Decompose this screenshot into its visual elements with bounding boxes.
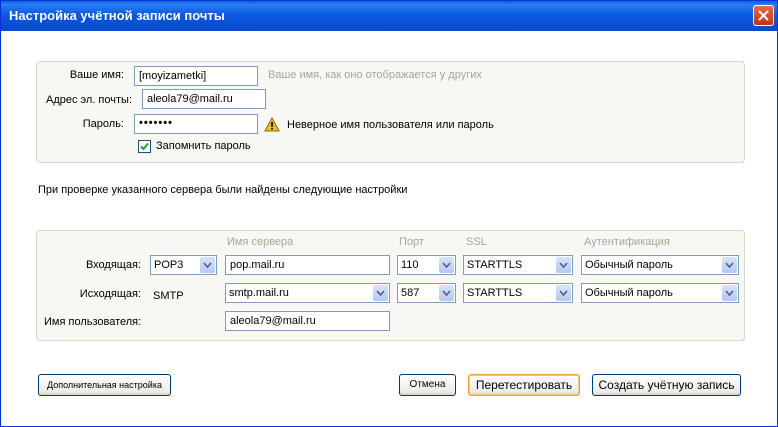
outgoing-ssl-select[interactable]: STARTTLS (463, 283, 573, 303)
dropdown-arrow-icon[interactable] (200, 257, 215, 273)
password-input[interactable]: ••••••• (134, 114, 258, 134)
advanced-settings-button[interactable]: Дополнительная настройка (38, 374, 171, 396)
incoming-ssl-value: STARTTLS (467, 259, 523, 271)
incoming-protocol-value: POP3 (154, 259, 184, 271)
name-input[interactable]: [moyizametki] (134, 66, 258, 86)
outgoing-label: Исходящая: (79, 288, 141, 300)
remember-password-checkbox[interactable] (138, 140, 151, 153)
outgoing-auth-value: Обычный пароль (585, 287, 673, 299)
outgoing-auth-select[interactable]: Обычный пароль (581, 283, 739, 303)
name-label: Ваше имя: (69, 69, 124, 81)
outgoing-ssl-value: STARTTLS (467, 287, 523, 299)
password-error: Неверное имя пользователя или пароль (287, 119, 494, 131)
window-title: Настройка учётной записи почты (9, 8, 225, 23)
incoming-ssl-select[interactable]: STARTTLS (463, 255, 573, 275)
dropdown-arrow-icon[interactable] (722, 257, 737, 273)
password-label: Пароль: (82, 118, 124, 130)
username-label: Имя пользователя: (44, 316, 142, 328)
incoming-auth-select[interactable]: Обычный пароль (581, 255, 739, 275)
remember-password-label[interactable]: Запомнить пароль (156, 140, 251, 152)
incoming-port-select[interactable]: 110 (397, 255, 456, 275)
retest-button[interactable]: Перетестировать (468, 374, 580, 396)
username-input[interactable]: aleola79@mail.ru (225, 311, 390, 331)
account-setup-dialog: Настройка учётной записи почты Ваше имя:… (0, 0, 778, 427)
email-label: Адрес эл. почты: (45, 94, 132, 106)
name-hint: Ваше имя, как оно отображается у других (268, 69, 482, 81)
column-header-server: Имя сервера (227, 236, 294, 248)
column-header-ssl: SSL (466, 236, 487, 248)
dropdown-arrow-icon[interactable] (556, 285, 571, 301)
outgoing-port-select[interactable]: 587 (397, 283, 456, 303)
cancel-button[interactable]: Отмена (399, 374, 456, 396)
incoming-server-input[interactable]: pop.mail.ru (225, 255, 390, 275)
outgoing-protocol: SMTP (153, 290, 184, 302)
email-input[interactable]: aleola79@mail.ru (142, 89, 266, 109)
outgoing-server-select[interactable]: smtp.mail.ru (225, 283, 390, 303)
column-header-port: Порт (399, 236, 424, 248)
incoming-auth-value: Обычный пароль (585, 259, 673, 271)
incoming-port-value: 110 (401, 259, 419, 271)
dropdown-arrow-icon[interactable] (373, 285, 388, 301)
dialog-body: Ваше имя: [moyizametki] Ваше имя, как он… (1, 31, 777, 426)
outgoing-server-value: smtp.mail.ru (229, 287, 289, 299)
checkmark-icon (140, 142, 149, 151)
incoming-label: Входящая: (85, 259, 141, 271)
column-header-auth: Аутентификация (584, 236, 670, 248)
incoming-protocol-select[interactable]: POP3 (150, 255, 217, 275)
outgoing-port-value: 587 (401, 287, 420, 299)
dropdown-arrow-icon[interactable] (439, 285, 454, 301)
create-account-button[interactable]: Создать учётную запись (592, 374, 741, 396)
close-button[interactable] (753, 5, 774, 26)
dropdown-arrow-icon[interactable] (722, 285, 737, 301)
dropdown-arrow-icon[interactable] (439, 257, 454, 273)
title-bar[interactable]: Настройка учётной записи почты (1, 1, 777, 31)
warning-icon (264, 117, 280, 132)
dropdown-arrow-icon[interactable] (556, 257, 571, 273)
status-message: При проверке указанного сервера были най… (38, 184, 408, 196)
close-icon (758, 10, 769, 21)
